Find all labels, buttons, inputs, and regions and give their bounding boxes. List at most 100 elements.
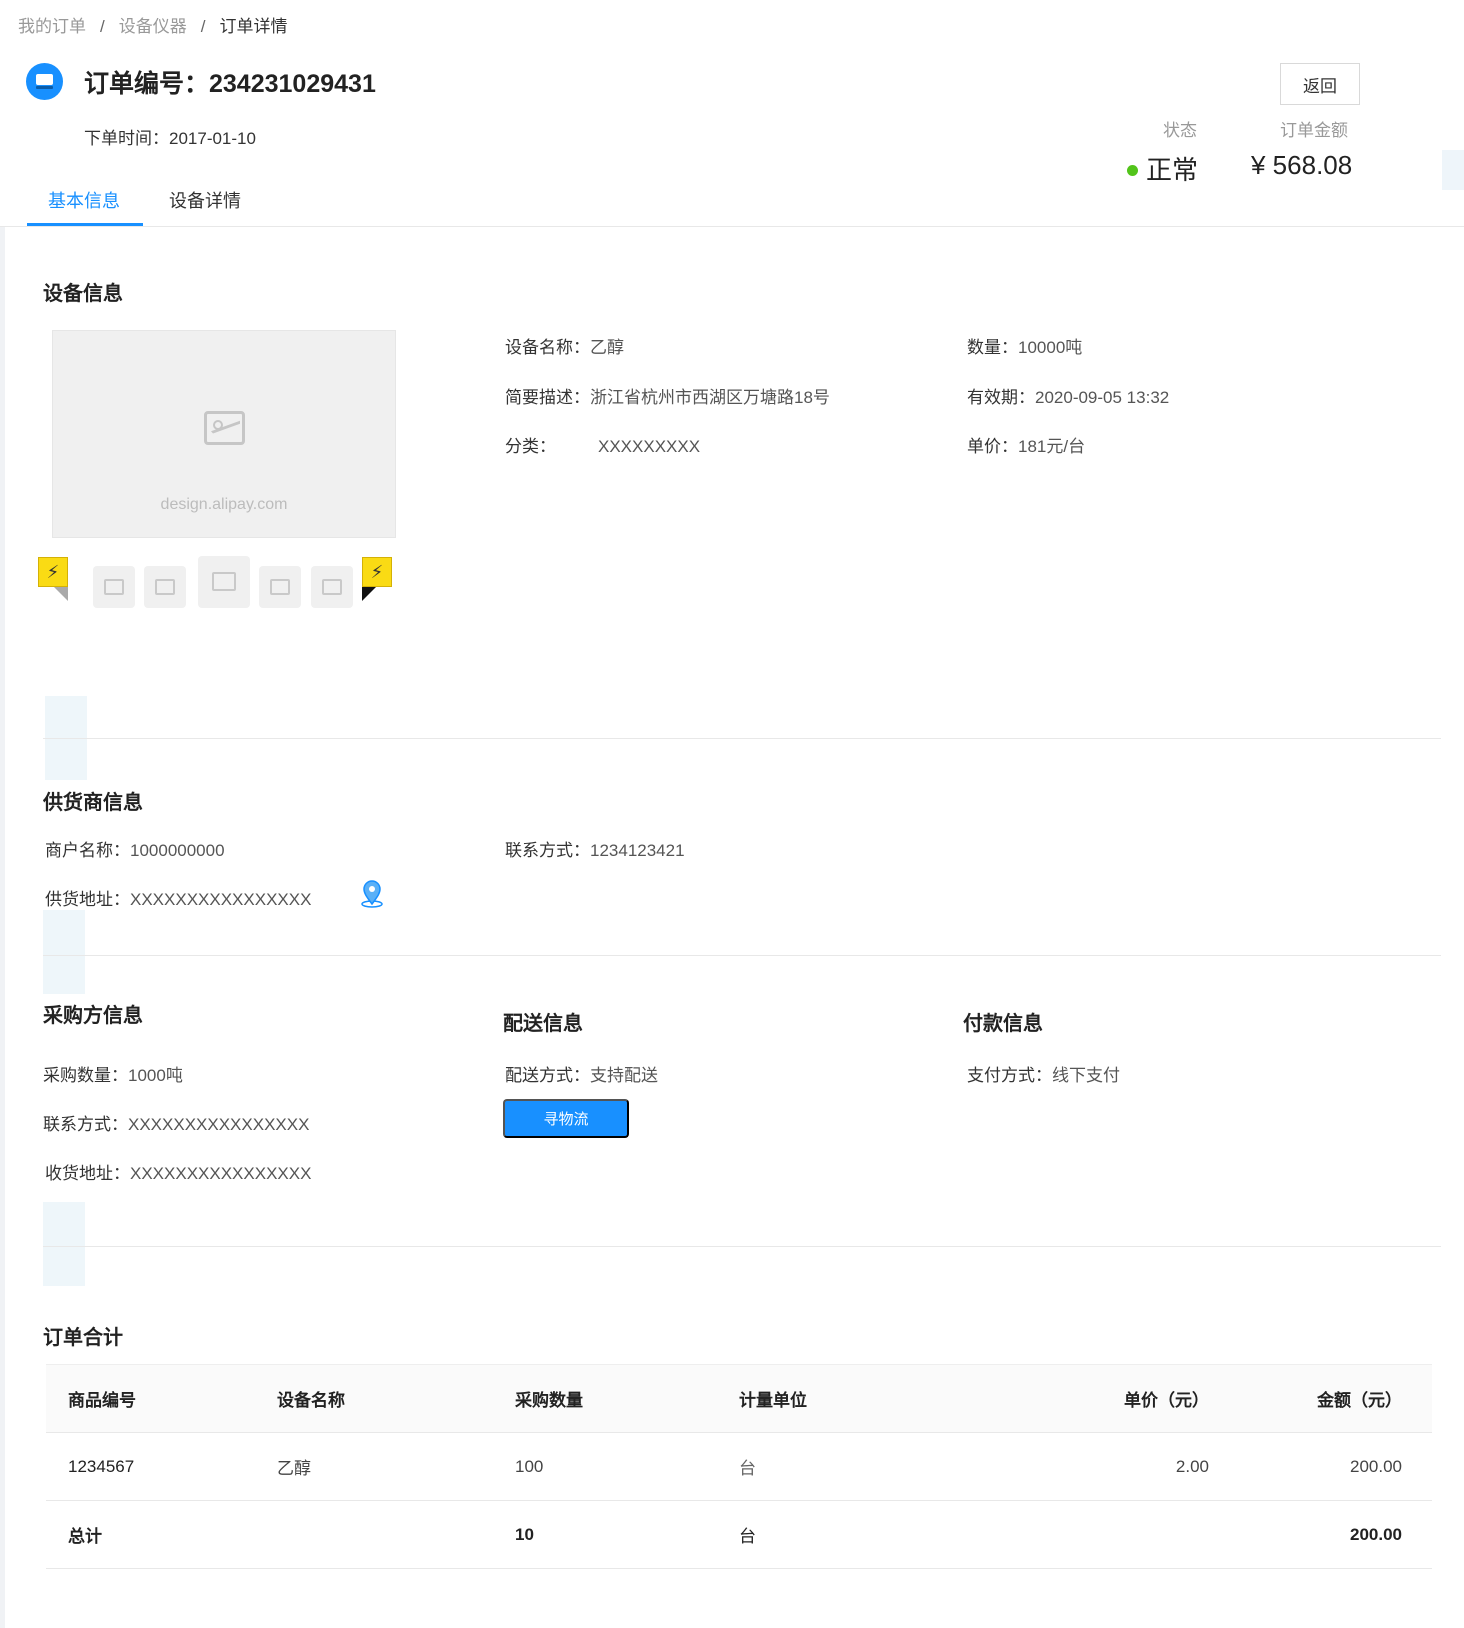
ghost-placeholder	[43, 910, 85, 994]
buyer-section-title: 采购方信息	[43, 1005, 143, 1027]
field-value: XXXXXXXXX	[598, 437, 701, 456]
amount-label: 订单金额	[1280, 121, 1348, 140]
breadcrumb-item-equipment[interactable]: 设备仪器	[119, 17, 187, 36]
field-value: XXXXXXXXXXXXXXXX	[130, 890, 312, 909]
merchant-name-field: 商户名称：1000000000	[45, 836, 225, 861]
field-value: 10000吨	[1018, 338, 1083, 357]
device-main-image[interactable]: design.alipay.com	[52, 330, 396, 538]
image-icon	[155, 579, 175, 595]
field-label: 分类：	[505, 437, 556, 456]
status-dot-icon	[1127, 164, 1138, 176]
lightning-icon: ⚡	[362, 557, 392, 587]
status-text: 正常	[1146, 155, 1199, 185]
field-value: 线下支付	[1052, 1066, 1120, 1085]
table-row: 1234567 乙醇 100 台 2.00 200.00	[46, 1432, 1432, 1501]
field-value: 乙醇	[590, 338, 624, 357]
table-cell: 200.00	[1209, 1500, 1432, 1569]
field-label: 供货地址：	[45, 890, 130, 909]
left-edge	[0, 227, 5, 1628]
field-label: 设备名称：	[505, 338, 590, 357]
table-cell: 1234567	[46, 1432, 277, 1501]
back-button[interactable]: 返回	[1280, 63, 1360, 105]
breadcrumb-item-current: 订单详情	[219, 17, 288, 36]
table-total-row: 总计 10 台 200.00	[46, 1500, 1432, 1569]
field-label: 采购数量：	[43, 1066, 128, 1085]
table-cell: 乙醇	[277, 1432, 515, 1501]
thumbnail-active[interactable]	[198, 556, 250, 608]
field-value: XXXXXXXXXXXXXXXX	[128, 1115, 310, 1134]
thumb-next-button[interactable]: ⚡	[362, 557, 392, 601]
table-header-row: 商品编号 设备名称 采购数量 计量单位 单价（元） 金额（元）	[46, 1364, 1432, 1433]
thumbnail[interactable]	[311, 566, 353, 608]
image-placeholder-icon	[204, 411, 245, 445]
delivery-method-field: 配送方式：支持配送	[505, 1061, 658, 1086]
thumb-prev-button[interactable]: ⚡	[38, 557, 68, 601]
field-value: XXXXXXXXXXXXXXXX	[130, 1164, 312, 1183]
thumbnail[interactable]	[93, 566, 135, 608]
device-category-field: 分类： XXXXXXXXX	[505, 432, 700, 457]
table-cell: 10	[515, 1500, 739, 1569]
page-title: 订单编号：234231029431	[84, 70, 376, 98]
image-icon	[104, 579, 124, 595]
field-label: 收货地址：	[45, 1164, 130, 1183]
buyer-qty-field: 采购数量：1000吨	[43, 1061, 183, 1086]
field-label: 单价：	[967, 437, 1018, 456]
image-icon	[270, 579, 290, 595]
field-label: 配送方式：	[505, 1066, 590, 1085]
side-decoration	[1442, 150, 1464, 190]
field-label: 有效期：	[967, 388, 1035, 407]
section-divider	[43, 955, 1441, 956]
field-value: 支持配送	[590, 1066, 658, 1085]
column-header: 设备名称	[277, 1364, 515, 1433]
table-cell: 台	[739, 1500, 979, 1569]
order-icon	[26, 63, 63, 100]
column-header: 计量单位	[739, 1364, 979, 1433]
device-desc-field: 简要描述：浙江省杭州市西湖区万塘路18号	[505, 383, 830, 408]
order-time-label: 下单时间：	[84, 129, 169, 148]
tab-basic-info[interactable]: 基本信息	[48, 187, 120, 213]
image-caption: design.alipay.com	[160, 496, 288, 513]
corner-fold-icon	[54, 587, 68, 601]
corner-fold-icon	[362, 587, 376, 601]
order-summary-table: 商品编号 设备名称 采购数量 计量单位 单价（元） 金额（元） 1234567 …	[46, 1364, 1432, 1569]
ghost-placeholder	[43, 1202, 85, 1286]
field-value: 1000000000	[130, 841, 225, 860]
column-header: 采购数量	[515, 1364, 739, 1433]
field-value: 181元/台	[1018, 437, 1086, 456]
field-label: 联系方式：	[505, 841, 590, 860]
lightning-icon: ⚡	[38, 557, 68, 587]
field-value: 1234123421	[590, 841, 685, 860]
field-label: 商户名称：	[45, 841, 130, 860]
field-label: 支付方式：	[967, 1066, 1052, 1085]
breadcrumb-separator: /	[200, 17, 206, 36]
table-cell: 200.00	[1209, 1432, 1432, 1501]
payment-method-field: 支付方式：线下支付	[967, 1061, 1120, 1086]
thumbnail[interactable]	[144, 566, 186, 608]
field-value: 1000吨	[128, 1066, 183, 1085]
field-label: 联系方式：	[43, 1115, 128, 1134]
device-name-field: 设备名称：乙醇	[505, 333, 624, 358]
breadcrumb: 我的订单 / 设备仪器 / 订单详情	[18, 12, 287, 37]
column-header: 金额（元）	[1209, 1364, 1432, 1433]
amount-value: ¥ 568.08	[1251, 150, 1353, 180]
summary-section-title: 订单合计	[43, 1327, 123, 1349]
device-price-field: 单价：181元/台	[967, 432, 1085, 457]
breadcrumb-item-my-orders[interactable]: 我的订单	[18, 17, 86, 36]
field-value: 浙江省杭州市西湖区万塘路18号	[590, 388, 830, 407]
field-value: 2020-09-05 13:32	[1035, 388, 1170, 407]
location-pin-icon[interactable]	[360, 880, 384, 908]
image-icon	[322, 579, 342, 595]
tab-device-details[interactable]: 设备详情	[169, 187, 241, 213]
supplier-section-title: 供货商信息	[43, 792, 143, 814]
column-header: 单价（元）	[979, 1364, 1209, 1433]
table-cell	[979, 1500, 1209, 1569]
field-label: 数量：	[967, 338, 1018, 357]
section-divider	[43, 738, 1441, 739]
device-section-title: 设备信息	[43, 283, 123, 305]
thumbnail[interactable]	[259, 566, 301, 608]
column-header: 商品编号	[46, 1364, 277, 1433]
field-label: 简要描述：	[505, 388, 590, 407]
status-value: 正常	[1127, 150, 1198, 187]
payment-section-title: 付款信息	[963, 1013, 1043, 1035]
find-logistics-button[interactable]: 寻物流	[503, 1099, 629, 1138]
